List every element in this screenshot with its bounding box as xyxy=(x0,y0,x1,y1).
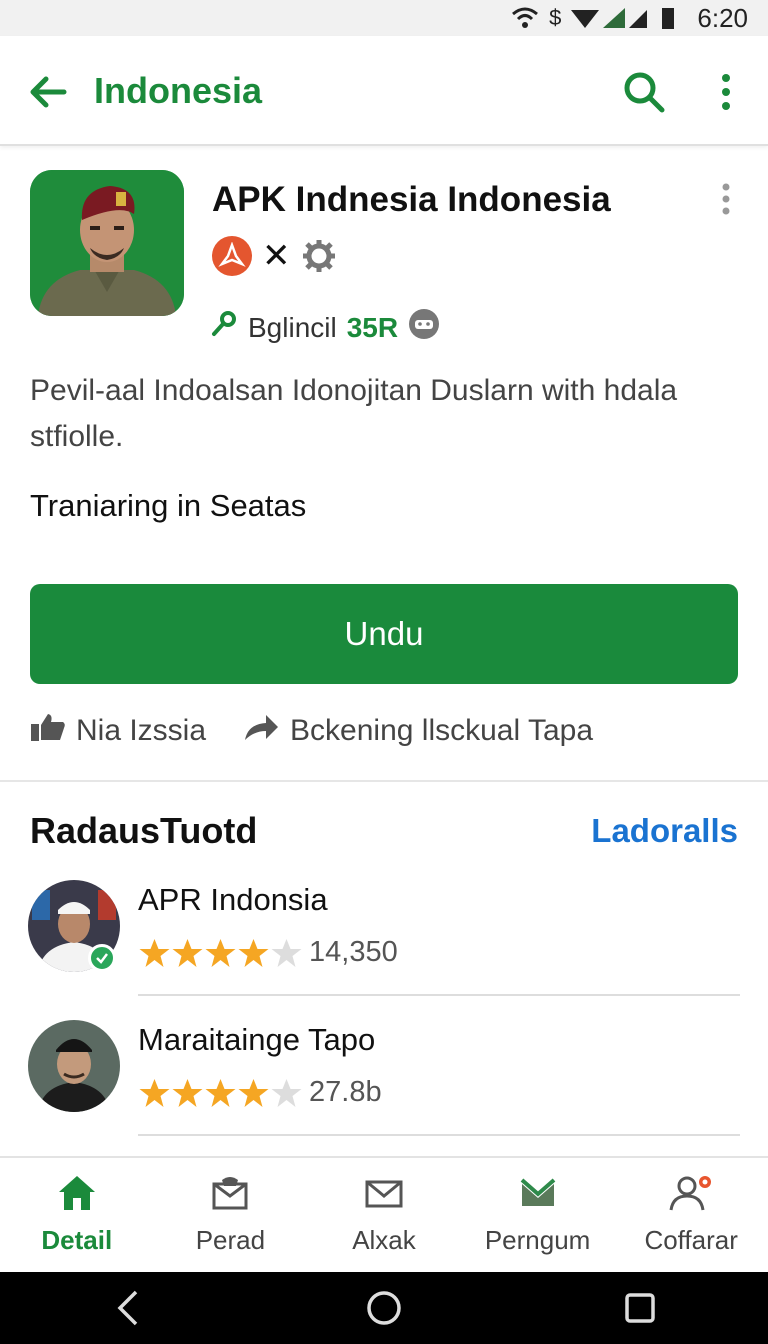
gamepad-icon xyxy=(408,308,440,347)
app-icon xyxy=(30,170,184,316)
system-home-icon[interactable] xyxy=(364,1288,404,1328)
list-item[interactable]: APR Indonsia 14,350 xyxy=(0,880,768,1020)
star-filled-icon xyxy=(205,1078,236,1107)
list-item-name: APR Indonsia xyxy=(138,882,328,917)
nav-label: Detail xyxy=(41,1225,113,1255)
home-icon xyxy=(57,1174,97,1217)
nav-label: Perngum xyxy=(484,1225,591,1255)
search-icon[interactable] xyxy=(622,70,666,114)
signal-icon xyxy=(571,6,651,30)
download-button[interactable]: Undu xyxy=(30,584,738,684)
star-filled-icon xyxy=(172,1078,203,1107)
back-arrow-icon[interactable] xyxy=(26,70,70,114)
system-nav-bar xyxy=(0,1272,768,1344)
avatar xyxy=(28,1020,120,1112)
list-item[interactable]: Maraitainge Tapo 27.8b xyxy=(0,1020,768,1160)
inbox-icon xyxy=(210,1174,250,1217)
gear-icon xyxy=(301,238,337,274)
rating-count: 14,350 xyxy=(309,936,398,968)
actions-row: Nia Izssia Bckening llsckual Tapa xyxy=(30,712,629,750)
share-action[interactable]: Bckening llsckual Tapa xyxy=(242,712,593,750)
mail-icon xyxy=(364,1174,404,1217)
list-separator xyxy=(138,994,740,996)
page-title: Indonesia xyxy=(94,70,263,111)
nav-label: Alxak xyxy=(352,1225,416,1255)
nav-alxak[interactable]: Alxak xyxy=(307,1158,461,1272)
list-item-name: Maraitainge Tapo xyxy=(138,1022,376,1057)
rating-count: 27.8b xyxy=(309,1076,382,1108)
star-filled-icon xyxy=(172,938,203,967)
nav-label: Perad xyxy=(195,1225,266,1255)
brand-badge-icon xyxy=(212,236,252,276)
thumbs-up-icon xyxy=(30,712,66,750)
star-filled-icon xyxy=(139,938,170,967)
key-icon xyxy=(210,310,238,345)
nav-label: Coffarar xyxy=(644,1225,738,1255)
dollar-icon: $ xyxy=(549,5,562,30)
close-icon: ✕ xyxy=(262,237,291,275)
like-label: Nia Izssia xyxy=(76,714,207,747)
app-bar: Indonesia xyxy=(0,36,768,146)
star-empty-icon xyxy=(271,938,302,967)
screen: $ 6:20 Indonesia APK Indnesia Indonesia … xyxy=(0,0,768,1344)
star-filled-icon xyxy=(205,938,236,967)
card-more-icon[interactable] xyxy=(716,182,736,216)
like-action[interactable]: Nia Izssia xyxy=(30,712,206,750)
star-rating xyxy=(138,1077,303,1109)
related-see-all-link[interactable]: Ladoralls xyxy=(591,812,738,850)
status-time: 6:20 xyxy=(697,2,748,33)
status-bar: $ 6:20 xyxy=(0,0,768,36)
developer-row: Bglincil 35R xyxy=(210,308,440,347)
related-section-title: RadausTuotd xyxy=(30,810,258,851)
wifi-icon xyxy=(511,6,539,30)
bottom-nav: Detail Perad Alxak Perngum Coffarar xyxy=(0,1156,768,1272)
rating: 27.8b xyxy=(138,1076,382,1109)
more-vert-icon[interactable] xyxy=(712,72,740,112)
person-icon xyxy=(667,1174,715,1217)
section-divider xyxy=(0,780,768,782)
nav-coffarar[interactable]: Coffarar xyxy=(614,1158,768,1272)
share-arrow-icon xyxy=(242,712,280,750)
list-separator xyxy=(138,1134,740,1136)
battery-icon xyxy=(661,6,675,30)
developer-count: 35R xyxy=(346,311,399,343)
star-filled-icon xyxy=(238,938,269,967)
app-description: Pevil-aal Indoalsan Idonojitan Duslarn w… xyxy=(30,374,678,453)
nav-perngum[interactable]: Perngum xyxy=(461,1158,615,1272)
verified-icon xyxy=(88,944,116,972)
developer-name[interactable]: Bglincil xyxy=(248,312,337,344)
nav-detail[interactable]: Detail xyxy=(0,1158,154,1272)
share-label: Bckening llsckual Tapa xyxy=(290,714,594,747)
system-recents-icon[interactable] xyxy=(620,1288,660,1328)
star-empty-icon xyxy=(271,1078,302,1107)
app-subtitle: Traniaring in Seatas xyxy=(30,488,307,523)
star-filled-icon xyxy=(139,1078,170,1107)
app-name: APK Indnesia Indonesia xyxy=(212,180,611,219)
nav-perad[interactable]: Perad xyxy=(154,1158,308,1272)
system-back-icon[interactable] xyxy=(108,1288,148,1328)
app-badges: ✕ xyxy=(212,236,337,276)
star-rating xyxy=(138,937,303,969)
rating: 14,350 xyxy=(138,936,398,969)
layers-icon xyxy=(518,1174,558,1217)
star-filled-icon xyxy=(238,1078,269,1107)
